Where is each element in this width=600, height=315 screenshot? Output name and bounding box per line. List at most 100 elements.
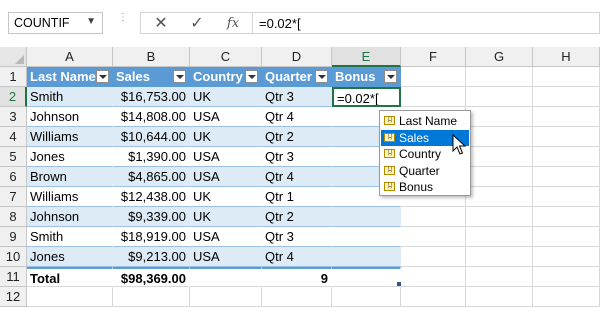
table-cell[interactable]: Johnson [27, 207, 113, 227]
cell[interactable] [533, 187, 600, 207]
table-cell[interactable]: Qtr 4 [262, 247, 332, 267]
cell[interactable] [466, 67, 533, 87]
table-cell[interactable]: $9,213.00 [113, 247, 190, 267]
table-cell[interactable] [332, 207, 401, 227]
table-cell[interactable]: Qtr 3 [262, 147, 332, 167]
total-cell[interactable]: 9 [262, 267, 332, 287]
table-cell[interactable]: USA [190, 227, 262, 247]
cell[interactable] [533, 107, 600, 127]
cell[interactable] [332, 287, 401, 307]
table-cell[interactable]: USA [190, 107, 262, 127]
select-all-button[interactable] [0, 47, 27, 67]
row-header-6[interactable]: 6 [0, 167, 27, 187]
cell[interactable] [533, 127, 600, 147]
table-cell[interactable]: USA [190, 167, 262, 187]
worksheet-grid[interactable]: A B C D E F G H 1 2 3 4 5 6 7 8 9 10 11 12 Last Name Sales Cou… [0, 47, 600, 315]
row-header-1[interactable]: 1 [0, 67, 27, 87]
column-header-a[interactable]: A [27, 47, 113, 67]
table-cell[interactable] [332, 227, 401, 247]
column-header-g[interactable]: G [466, 47, 533, 67]
table-cell[interactable]: USA [190, 247, 262, 267]
cell[interactable] [401, 67, 466, 87]
cell[interactable] [466, 267, 533, 287]
table-cell[interactable]: $18,919.00 [113, 227, 190, 247]
table-cell[interactable]: Smith [27, 87, 113, 107]
column-header-c[interactable]: C [190, 47, 262, 67]
cell[interactable] [533, 147, 600, 167]
cell[interactable] [401, 247, 466, 267]
cell[interactable] [466, 127, 533, 147]
column-header-e[interactable]: E [332, 47, 401, 67]
active-cell-editor[interactable]: =0.02*[ [332, 87, 401, 107]
drag-handle-icon[interactable]: ⋮ [118, 13, 128, 23]
cell[interactable] [466, 227, 533, 247]
table-cell[interactable]: $14,808.00 [113, 107, 190, 127]
table-cell[interactable]: Qtr 2 [262, 207, 332, 227]
cell[interactable] [533, 87, 600, 107]
total-cell[interactable] [332, 267, 401, 287]
table-header-bonus[interactable]: Bonus [332, 67, 401, 87]
cell[interactable] [533, 167, 600, 187]
cell[interactable] [533, 267, 600, 287]
cell[interactable] [401, 207, 466, 227]
table-cell[interactable]: $12,438.00 [113, 187, 190, 207]
filter-dropdown-icon[interactable] [173, 70, 186, 83]
cell[interactable] [466, 247, 533, 267]
table-cell[interactable]: $4,865.00 [113, 167, 190, 187]
table-cell[interactable]: Smith [27, 227, 113, 247]
table-cell[interactable]: $10,644.00 [113, 127, 190, 147]
enter-icon[interactable]: ✓ [185, 15, 209, 33]
cell[interactable] [113, 287, 190, 307]
table-cell[interactable]: $1,390.00 [113, 147, 190, 167]
table-header-sales[interactable]: Sales [113, 67, 190, 87]
autocomplete-item-quarter[interactable]: (...) Quarter [381, 163, 469, 179]
autocomplete-item-last-name[interactable]: (...) Last Name [381, 113, 469, 129]
table-cell[interactable]: Qtr 4 [262, 167, 332, 187]
table-resize-handle[interactable] [397, 282, 401, 286]
table-cell[interactable]: Qtr 2 [262, 127, 332, 147]
cell[interactable] [401, 287, 466, 307]
cell[interactable] [401, 87, 466, 107]
filter-dropdown-icon[interactable] [245, 70, 258, 83]
cell[interactable] [533, 227, 600, 247]
column-header-d[interactable]: D [262, 47, 332, 67]
total-cell[interactable] [190, 267, 262, 287]
cell[interactable] [533, 247, 600, 267]
cell[interactable] [533, 67, 600, 87]
table-cell[interactable]: Qtr 4 [262, 107, 332, 127]
table-cell[interactable]: UK [190, 187, 262, 207]
table-cell[interactable]: UK [190, 127, 262, 147]
cell[interactable] [533, 287, 600, 307]
row-header-9[interactable]: 9 [0, 227, 27, 247]
cell[interactable] [190, 287, 262, 307]
cell[interactable] [27, 287, 113, 307]
cell[interactable] [466, 187, 533, 207]
cell[interactable] [533, 207, 600, 227]
cell[interactable] [262, 287, 332, 307]
table-cell[interactable]: Jones [27, 147, 113, 167]
row-header-10[interactable]: 10 [0, 247, 27, 267]
total-cell[interactable]: $98,369.00 [113, 267, 190, 287]
row-header-4[interactable]: 4 [0, 127, 27, 147]
row-header-7[interactable]: 7 [0, 187, 27, 207]
filter-dropdown-icon[interactable] [384, 70, 397, 83]
table-cell[interactable]: UK [190, 207, 262, 227]
cell[interactable] [466, 107, 533, 127]
table-header-last-name[interactable]: Last Name [27, 67, 113, 87]
cell[interactable] [466, 147, 533, 167]
table-cell[interactable]: Johnson [27, 107, 113, 127]
table-header-country[interactable]: Country [190, 67, 262, 87]
row-header-3[interactable]: 3 [0, 107, 27, 127]
cell[interactable] [466, 167, 533, 187]
row-header-8[interactable]: 8 [0, 207, 27, 227]
column-header-h[interactable]: H [533, 47, 600, 67]
column-header-f[interactable]: F [401, 47, 466, 67]
chevron-down-icon[interactable]: ▼ [86, 16, 96, 27]
formula-input[interactable]: =0.02*[ [252, 12, 600, 34]
table-header-quarter[interactable]: Quarter [262, 67, 332, 87]
cell[interactable] [401, 227, 466, 247]
filter-dropdown-icon[interactable] [315, 70, 328, 83]
table-cell[interactable]: Brown [27, 167, 113, 187]
cell[interactable] [466, 287, 533, 307]
table-cell[interactable]: Jones [27, 247, 113, 267]
